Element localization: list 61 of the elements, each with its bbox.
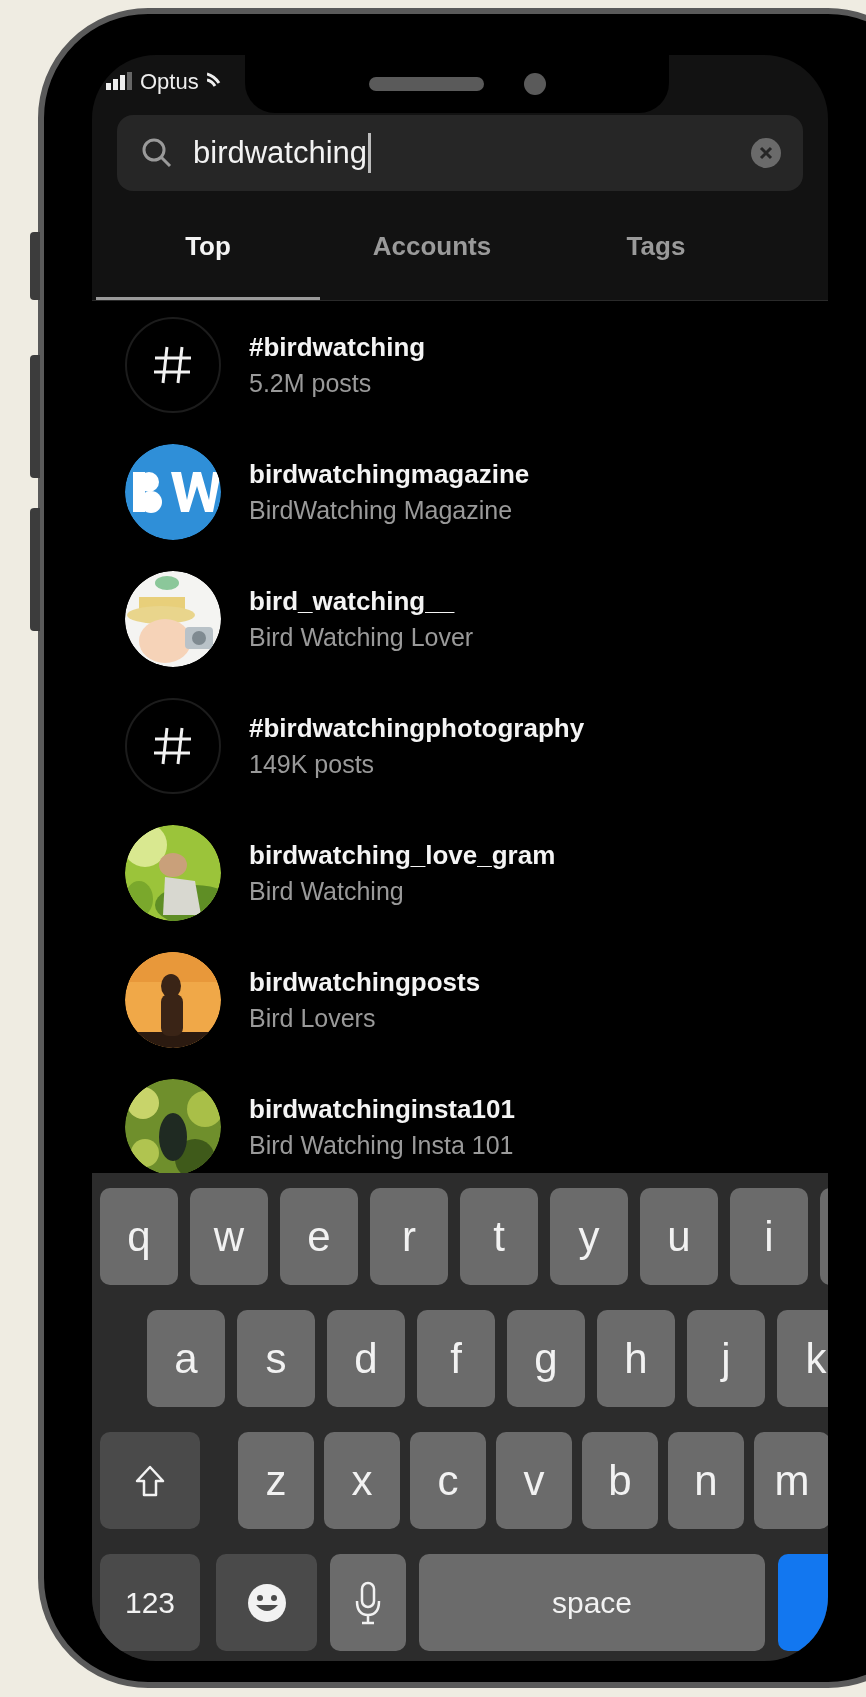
keyboard-key[interactable]: a [147, 1310, 225, 1407]
space-key[interactable]: space [419, 1554, 765, 1651]
keyboard-key[interactable]: m [754, 1432, 828, 1529]
result-subtitle: Bird Watching Insta 101 [249, 1129, 515, 1161]
result-title: birdwatchingmagazine [249, 457, 530, 490]
keyboard-key[interactable]: k [777, 1310, 828, 1407]
result-title: birdwatching_love_gram [249, 838, 556, 871]
shift-key[interactable] [100, 1432, 200, 1529]
keyboard-key[interactable]: y [550, 1188, 628, 1285]
tab[interactable]: Tags [544, 191, 768, 300]
keyboard-key[interactable]: d [327, 1310, 405, 1407]
result-title: birdwatchingposts [249, 965, 481, 998]
search-result[interactable]: birdwatchingposts Bird Lovers [92, 936, 828, 1063]
keyboard-key[interactable]: g [507, 1310, 585, 1407]
microphone-key[interactable] [330, 1554, 406, 1651]
keyboard-key[interactable]: z [238, 1432, 314, 1529]
clear-icon[interactable] [751, 138, 781, 168]
keyboard-key[interactable]: e [280, 1188, 358, 1285]
result-subtitle: 149K posts [249, 748, 376, 780]
result-subtitle: Bird Lovers [249, 1002, 377, 1034]
keyboard-key[interactable]: r [370, 1188, 448, 1285]
carrier-name: Optus [140, 67, 199, 96]
shift-icon [134, 1463, 166, 1498]
result-subtitle: BirdWatching Magazine [249, 494, 514, 526]
search-result[interactable]: #birdwatching 5.2M posts [92, 301, 828, 428]
search-icon [141, 137, 173, 169]
microphone-icon [354, 1580, 382, 1625]
keyboard-key[interactable]: w [190, 1188, 268, 1285]
search-result[interactable]: birdwatchingmagazine BirdWatching Magazine [92, 428, 828, 555]
keyboard-key[interactable]: h [597, 1310, 675, 1407]
keyboard-key[interactable]: c [410, 1432, 486, 1529]
result-subtitle: 5.2M posts [249, 367, 373, 399]
numbers-key[interactable]: 123 [100, 1554, 200, 1651]
emoji-key[interactable] [216, 1554, 317, 1651]
keyboard-key[interactable]: j [687, 1310, 765, 1407]
result-title: #birdwatchingphotography [249, 711, 585, 744]
tab[interactable]: Accounts [320, 191, 544, 300]
text-cursor [368, 133, 372, 173]
keyboard-key[interactable]: n [668, 1432, 744, 1529]
search-result[interactable]: birdwatching_love_gram Bird Watching [92, 809, 828, 936]
result-title: bird_watching__ [249, 584, 456, 617]
search-result[interactable]: #birdwatchingphotography 149K posts [92, 682, 828, 809]
result-subtitle: Bird Watching Lover [249, 621, 474, 653]
signal-icon [106, 72, 132, 90]
search-result[interactable]: birdwatchinginsta101 Bird Watching Insta 101 [92, 1063, 828, 1173]
search-field[interactable]: birdwatching [117, 115, 803, 191]
keyboard-key[interactable]: q [100, 1188, 178, 1285]
search-text: birdwatching [193, 133, 368, 172]
result-title: #birdwatching [249, 330, 426, 363]
emoji-icon [246, 1582, 287, 1623]
keyboard-key[interactable]: t [460, 1188, 538, 1285]
result-subtitle: Bird Watching [249, 875, 405, 907]
search-result[interactable]: bird_watching__ Bird Watching Lover [92, 555, 828, 682]
keyboard-key[interactable]: s [237, 1310, 315, 1407]
keyboard-key[interactable]: x [324, 1432, 400, 1529]
keyboard-key[interactable]: b [582, 1432, 658, 1529]
keyboard-key[interactable]: v [496, 1432, 572, 1529]
keyboard-key[interactable]: u [640, 1188, 718, 1285]
keyboard-key[interactable]: i [730, 1188, 808, 1285]
result-title: birdwatchinginsta101 [249, 1092, 515, 1125]
keyboard-key[interactable]: f [417, 1310, 495, 1407]
